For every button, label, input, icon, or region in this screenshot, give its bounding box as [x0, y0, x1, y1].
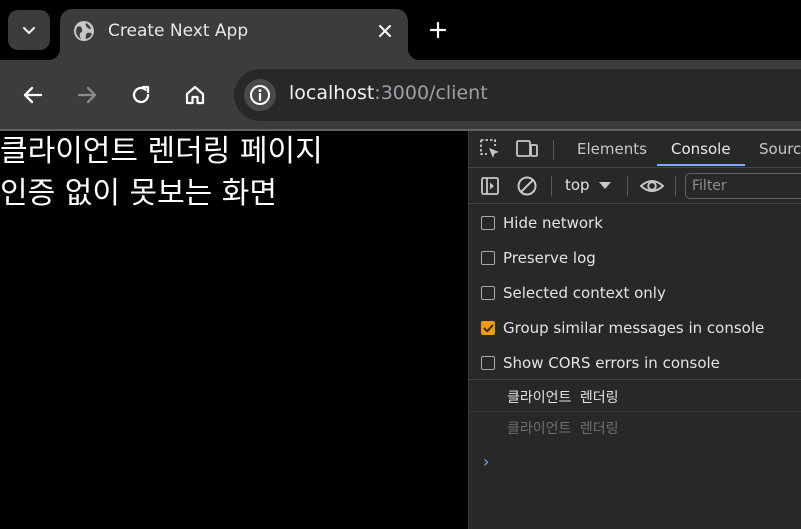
devtools-panel: Elements Console Sources top — [468, 131, 801, 529]
console-message-dimmed[interactable]: 클라이언트 렌더링 — [469, 412, 801, 443]
plus-icon — [429, 21, 447, 39]
checkbox-checked[interactable] — [481, 321, 495, 335]
setting-label: Selected context only — [503, 284, 666, 302]
browser-toolbar: localhost:3000/client — [0, 60, 801, 130]
setting-label: Group similar messages in console — [503, 319, 765, 337]
chevron-down-icon — [22, 26, 36, 35]
block-icon — [517, 176, 537, 196]
checkbox[interactable] — [481, 216, 495, 230]
url-path: :3000/client — [374, 82, 488, 104]
setting-selected-context-only[interactable]: Selected context only — [481, 281, 666, 305]
tab-close-button[interactable] — [374, 20, 396, 42]
home-button[interactable] — [176, 76, 214, 114]
url-text[interactable]: localhost:3000/client — [289, 82, 488, 104]
close-icon — [379, 25, 391, 37]
arrow-right-icon — [77, 86, 97, 104]
page-subtext: 인증 없이 못보는 화면 — [0, 176, 278, 211]
inspect-icon — [480, 139, 499, 158]
devtools-tab-separator — [553, 140, 554, 160]
reload-icon — [132, 85, 150, 104]
tab-strip: Create Next App — [0, 0, 801, 60]
setting-label: Hide network — [503, 214, 603, 232]
setting-label: Preserve log — [503, 249, 596, 267]
sidebar-icon — [481, 177, 499, 195]
caret-down-icon — [599, 182, 611, 189]
context-selector[interactable]: top — [565, 176, 590, 194]
console-message-text: 클라이언트 렌더링 — [507, 390, 619, 406]
checkbox[interactable] — [481, 286, 495, 300]
address-bar[interactable]: localhost:3000/client — [234, 69, 801, 121]
setting-preserve-log[interactable]: Preserve log — [481, 246, 596, 270]
checkbox[interactable] — [481, 251, 495, 265]
console-filter-input[interactable] — [685, 173, 801, 199]
console-settings: Hide network Preserve log Selected conte… — [469, 204, 801, 380]
clear-console-button[interactable] — [515, 175, 539, 197]
arrow-left-icon — [23, 86, 43, 104]
info-icon — [250, 85, 270, 105]
setting-label: Show CORS errors in console — [503, 354, 720, 372]
reload-button[interactable] — [122, 76, 160, 114]
url-host: localhost — [289, 82, 375, 104]
setting-group-similar[interactable]: Group similar messages in console — [481, 316, 764, 340]
inspect-element-button[interactable] — [478, 138, 502, 160]
active-tab-indicator — [657, 164, 745, 166]
forward-button[interactable] — [68, 76, 106, 114]
site-info-button[interactable] — [244, 79, 276, 111]
globe-icon — [74, 21, 94, 41]
eye-icon — [639, 180, 665, 192]
home-icon — [185, 85, 205, 105]
console-toolbar-separator — [675, 176, 676, 196]
live-expression-button[interactable] — [637, 175, 667, 197]
back-button[interactable] — [14, 76, 52, 114]
console-message[interactable]: 클라이언트 렌더링 — [469, 381, 801, 412]
page-heading: 클라이언트 렌더링 페이지 — [0, 134, 323, 169]
checkmark-icon — [483, 324, 493, 332]
tab-elements[interactable]: Elements — [577, 140, 647, 158]
device-toolbar-button[interactable] — [515, 138, 539, 160]
console-message-text: 클라이언트 렌더링 — [507, 421, 619, 437]
setting-show-cors-errors[interactable]: Show CORS errors in console — [481, 351, 720, 375]
checkbox[interactable] — [481, 356, 495, 370]
tab-search-button[interactable] — [8, 10, 50, 50]
console-prompt[interactable]: › — [483, 452, 489, 471]
device-icon — [516, 140, 538, 157]
new-tab-button[interactable] — [417, 10, 459, 50]
page-viewport: 클라이언트 렌더링 페이지 인증 없이 못보는 화면 — [0, 131, 468, 529]
setting-hide-network[interactable]: Hide network — [481, 211, 603, 235]
console-toolbar-separator — [627, 176, 628, 196]
console-toolbar-separator — [551, 176, 552, 196]
devtools-tab-bar: Elements Console Sources — [469, 131, 801, 168]
tab-sources[interactable]: Sources — [759, 140, 801, 158]
browser-tab[interactable]: Create Next App — [48, 9, 420, 60]
tab-title: Create Next App — [108, 21, 249, 41]
console-toolbar: top — [469, 168, 801, 204]
show-sidebar-button[interactable] — [478, 175, 502, 197]
tab-console[interactable]: Console — [671, 140, 731, 158]
